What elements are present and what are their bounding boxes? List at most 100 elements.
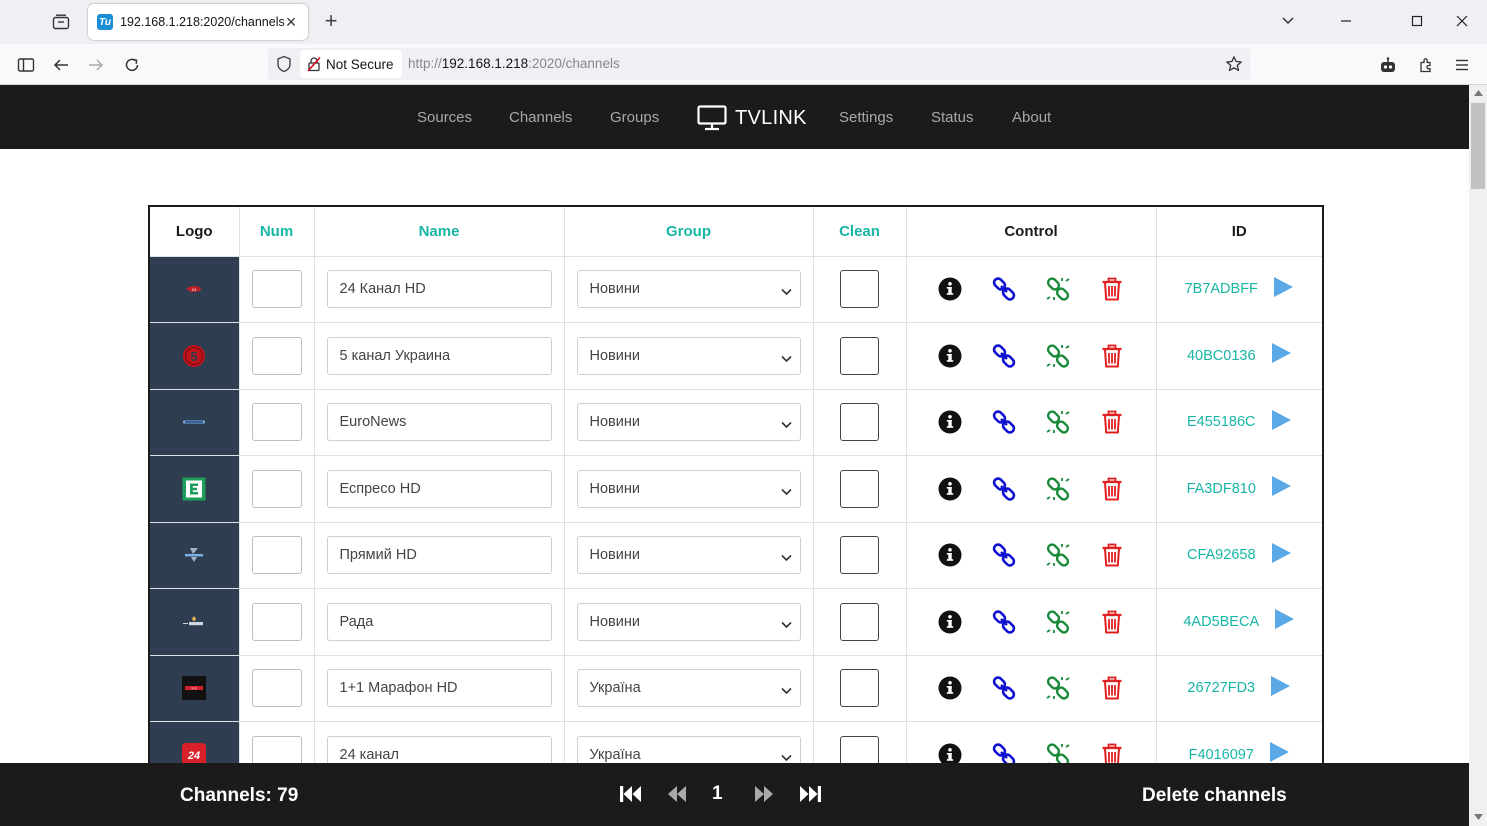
num-input[interactable] [251, 602, 302, 641]
tab-list-icon[interactable] [48, 9, 74, 35]
clean-checkbox[interactable] [840, 336, 879, 375]
nav-sources[interactable]: Sources [417, 109, 472, 126]
link-icon[interactable] [989, 341, 1019, 371]
group-select[interactable]: Новини [576, 336, 801, 375]
clean-checkbox[interactable] [840, 403, 879, 442]
new-tab-icon[interactable]: + [320, 10, 342, 32]
link-icon[interactable] [989, 540, 1019, 570]
extensions-puzzle-icon[interactable] [1412, 51, 1440, 79]
refresh-link-icon[interactable] [1043, 274, 1073, 304]
group-select[interactable]: Новини [576, 469, 801, 508]
link-icon[interactable] [989, 274, 1019, 304]
play-icon[interactable] [1269, 675, 1291, 702]
clean-checkbox[interactable] [840, 469, 879, 508]
info-icon[interactable] [935, 274, 965, 304]
info-icon[interactable] [935, 607, 965, 637]
info-icon[interactable] [935, 407, 965, 437]
browser-tab[interactable]: Tu 192.168.1.218:2020/channels × [88, 4, 308, 40]
group-select[interactable]: Новини [576, 403, 801, 442]
page-scrollbar[interactable] [1469, 85, 1487, 826]
trash-icon[interactable] [1097, 274, 1127, 304]
maximize-window-icon[interactable] [1405, 9, 1429, 33]
scroll-up-arrow-icon[interactable] [1469, 85, 1487, 101]
link-icon[interactable] [989, 407, 1019, 437]
play-icon[interactable] [1270, 342, 1292, 369]
name-input[interactable] [326, 336, 552, 375]
play-icon[interactable] [1270, 409, 1292, 436]
url-text[interactable]: http://192.168.1.218:2020/channels [408, 56, 620, 71]
address-bar[interactable]: Not Secure http://192.168.1.218:2020/cha… [268, 48, 1250, 80]
app-menu-icon[interactable] [1448, 51, 1476, 79]
tracking-shield-icon[interactable] [274, 54, 294, 74]
group-select[interactable]: Новини [576, 270, 801, 309]
name-input[interactable] [326, 270, 552, 309]
group-select[interactable]: Україна [576, 669, 801, 708]
clean-checkbox[interactable] [840, 270, 879, 309]
refresh-link-icon[interactable] [1043, 341, 1073, 371]
first-page-icon[interactable] [618, 781, 644, 807]
num-input[interactable] [251, 469, 302, 508]
name-input[interactable] [326, 536, 552, 575]
name-input[interactable] [326, 403, 552, 442]
nav-about[interactable]: About [1012, 109, 1051, 126]
next-page-icon[interactable] [751, 781, 777, 807]
sidebar-toggle-icon[interactable] [12, 51, 40, 79]
info-icon[interactable] [935, 341, 965, 371]
trash-icon[interactable] [1097, 540, 1127, 570]
group-select[interactable]: Новини [576, 536, 801, 575]
clean-checkbox[interactable] [840, 602, 879, 641]
delete-channels-button[interactable]: Delete channels [1142, 785, 1287, 807]
trash-icon[interactable] [1097, 407, 1127, 437]
scrollbar-thumb[interactable] [1471, 103, 1485, 189]
close-window-icon[interactable] [1450, 9, 1474, 33]
header-group[interactable]: Group [563, 205, 814, 257]
nav-settings[interactable]: Settings [839, 109, 893, 126]
nav-channels[interactable]: Channels [509, 109, 572, 126]
info-icon[interactable] [935, 540, 965, 570]
scroll-down-arrow-icon[interactable] [1469, 809, 1487, 825]
num-input[interactable] [251, 403, 302, 442]
num-input[interactable] [251, 669, 302, 708]
refresh-link-icon[interactable] [1043, 673, 1073, 703]
name-input[interactable] [326, 669, 552, 708]
num-input[interactable] [251, 536, 302, 575]
brand-link[interactable]: TVLINK [697, 105, 807, 131]
play-icon[interactable] [1272, 276, 1294, 303]
back-arrow-icon[interactable] [47, 51, 75, 79]
group-select[interactable]: Новини [576, 602, 801, 641]
play-icon[interactable] [1273, 608, 1295, 635]
play-icon[interactable] [1270, 542, 1292, 569]
extension-robot-icon[interactable] [1374, 51, 1402, 79]
play-icon[interactable] [1270, 475, 1292, 502]
last-page-icon[interactable] [797, 781, 823, 807]
nav-status[interactable]: Status [931, 109, 974, 126]
header-num[interactable]: Num [238, 205, 315, 257]
refresh-link-icon[interactable] [1043, 474, 1073, 504]
nav-groups[interactable]: Groups [610, 109, 659, 126]
refresh-link-icon[interactable] [1043, 407, 1073, 437]
clean-checkbox[interactable] [840, 669, 879, 708]
link-icon[interactable] [989, 474, 1019, 504]
trash-icon[interactable] [1097, 673, 1127, 703]
close-tab-icon[interactable]: × [282, 13, 300, 31]
info-icon[interactable] [935, 673, 965, 703]
link-icon[interactable] [989, 607, 1019, 637]
tab-overflow-chevron-icon[interactable] [1276, 9, 1300, 33]
info-icon[interactable] [935, 474, 965, 504]
current-page[interactable]: 1 [712, 783, 723, 805]
site-security-button[interactable]: Not Secure [300, 50, 402, 78]
minimize-window-icon[interactable] [1334, 9, 1358, 33]
num-input[interactable] [251, 270, 302, 309]
num-input[interactable] [251, 336, 302, 375]
bookmark-star-icon[interactable] [1224, 54, 1244, 74]
refresh-link-icon[interactable] [1043, 540, 1073, 570]
name-input[interactable] [326, 469, 552, 508]
trash-icon[interactable] [1097, 341, 1127, 371]
header-clean[interactable]: Clean [812, 205, 907, 257]
previous-page-icon[interactable] [664, 781, 690, 807]
link-icon[interactable] [989, 673, 1019, 703]
refresh-link-icon[interactable] [1043, 607, 1073, 637]
reload-icon[interactable] [118, 51, 146, 79]
forward-arrow-icon[interactable] [82, 51, 110, 79]
trash-icon[interactable] [1097, 474, 1127, 504]
